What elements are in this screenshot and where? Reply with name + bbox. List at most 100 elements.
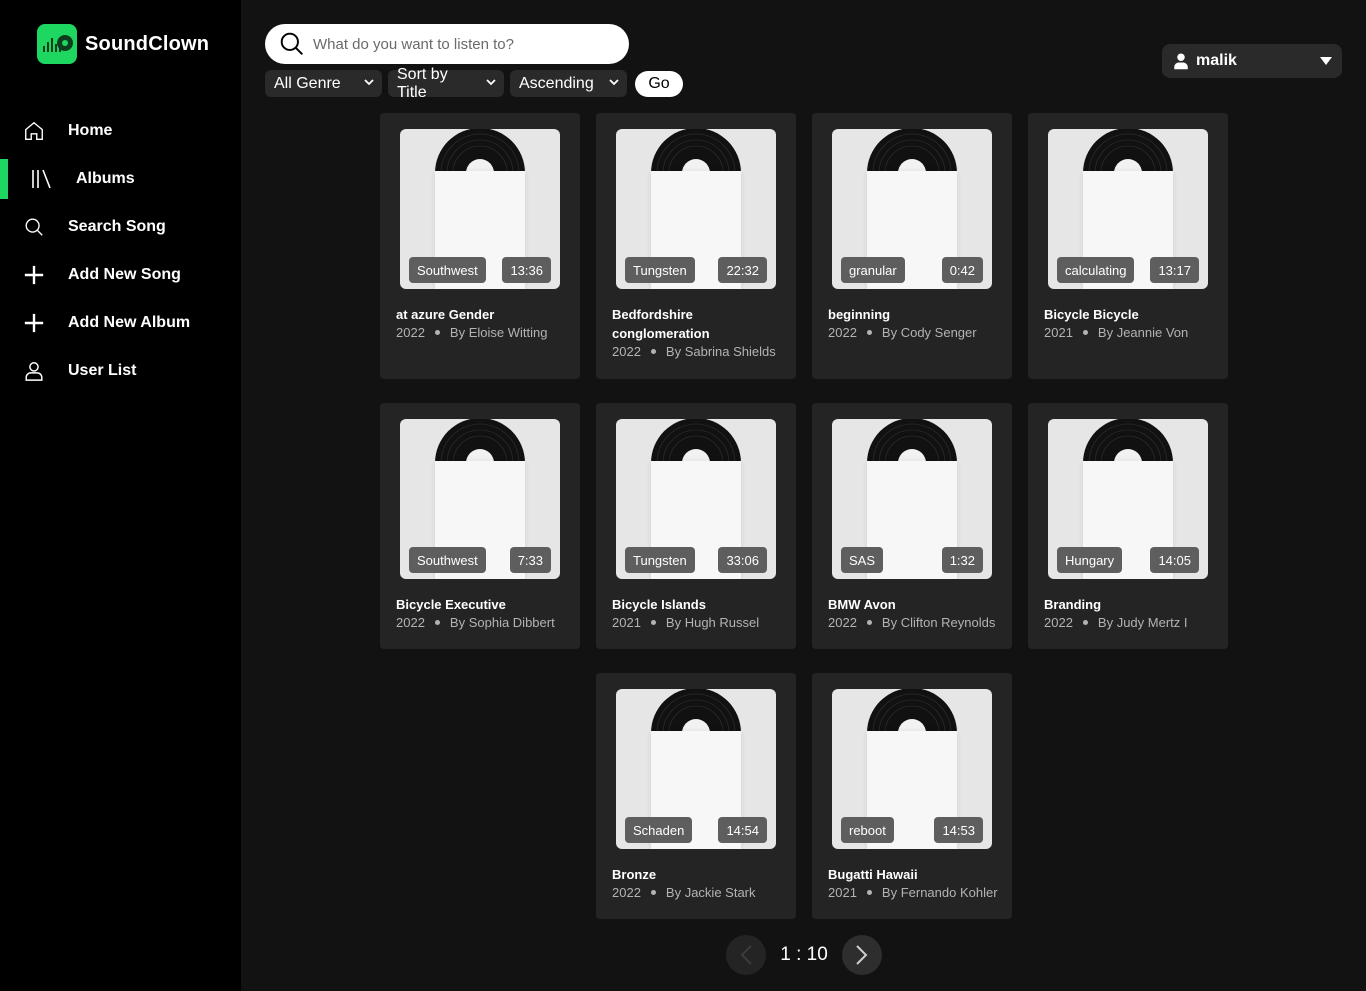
album-year: 2022: [396, 615, 425, 630]
album-artist: By Clifton Reynolds: [881, 615, 996, 630]
album-title: Bicycle Islands: [612, 597, 706, 612]
album-genre-badge: SAS: [841, 547, 884, 573]
album-card[interactable]: Southwest 13:36 at azure Gender 2022 By Eloi…: [380, 113, 580, 379]
album-cover: granular 0:42: [832, 129, 992, 289]
album-card[interactable]: Southwest 7:33 Bicycle Executive 2022 By Sop…: [380, 403, 580, 649]
album-meta: 2022 By Judy Mertz I: [1044, 615, 1188, 630]
album-card[interactable]: reboot 14:53 Bugatti Hawaii 2021 By Fernando…: [812, 673, 1012, 919]
album-meta: 2022 By Cody Senger: [828, 325, 977, 340]
search-bar: [265, 24, 629, 64]
album-meta: 2021 By Jeannie Von: [1044, 325, 1188, 340]
album-card[interactable]: Hungary 14:05 Branding 2022 By Judy Mertz I: [1028, 403, 1228, 649]
pagination: 1 : 10: [726, 935, 882, 975]
sidebar-nav: Home Albums Search Song Add New Song Add…: [0, 107, 241, 395]
album-genre-badge: Southwest: [409, 257, 486, 283]
album-card[interactable]: Tungsten 22:32 Bedfordshire conglomeration…: [596, 113, 796, 379]
sidebar-item-home[interactable]: Home: [0, 107, 241, 155]
user-icon: [1172, 52, 1190, 70]
album-year: 2022: [1044, 615, 1073, 630]
album-title: Bicycle Executive: [396, 597, 506, 612]
album-cover: Tungsten 33:06: [616, 419, 776, 579]
album-card[interactable]: granular 0:42 beginning 2022 By Cody Senger: [812, 113, 1012, 379]
album-artist: By Cody Senger: [881, 325, 977, 340]
genre-select-value: All Genre: [274, 74, 341, 92]
album-title: Branding: [1044, 597, 1102, 612]
album-genre-badge: Hungary: [1057, 547, 1123, 573]
go-button[interactable]: Go: [635, 70, 683, 97]
album-meta: 2022 By Jackie Stark: [612, 885, 756, 900]
library-icon: [30, 167, 54, 191]
sort-select[interactable]: Sort by Title: [388, 66, 504, 101]
album-cover: SAS 1:32: [832, 419, 992, 579]
separator-dot: [650, 620, 656, 625]
separator-dot: [866, 620, 872, 625]
separator-dot: [434, 330, 440, 335]
album-meta: 2021 By Hugh Russel: [612, 615, 759, 630]
chevron-down-icon: [486, 78, 496, 89]
album-artist: By Judy Mertz I: [1097, 615, 1188, 630]
chevron-down-icon: [609, 78, 619, 89]
next-page-button[interactable]: [842, 935, 882, 975]
genre-select[interactable]: All Genre: [265, 70, 382, 97]
album-genre-badge: reboot: [841, 817, 894, 843]
page-indicator: 1 : 10: [780, 944, 828, 965]
album-duration-badge: 14:05: [1150, 547, 1199, 573]
separator-dot: [866, 890, 872, 895]
album-meta: 2022 By Eloise Witting: [396, 325, 547, 340]
album-duration-badge: 13:17: [1150, 257, 1199, 283]
album-artist: By Eloise Witting: [449, 325, 548, 340]
album-artist: By Sophia Dibbert: [449, 615, 555, 630]
sidebar-item-label: Home: [68, 122, 113, 139]
order-select[interactable]: Ascending: [510, 70, 627, 97]
plus-icon: [22, 263, 46, 287]
album-card[interactable]: Tungsten 33:06 Bicycle Islands 2021 By Hugh …: [596, 403, 796, 649]
album-title: beginning: [828, 307, 891, 322]
sidebar: SoundClown Home Albums Search Song Add N…: [0, 0, 241, 991]
album-genre-badge: granular: [841, 257, 905, 283]
sidebar-item-add-new-album[interactable]: Add New Album: [0, 299, 241, 347]
sidebar-item-label: Add New Album: [68, 314, 191, 331]
search-input[interactable]: [313, 35, 603, 53]
album-cover: Tungsten 22:32: [616, 129, 776, 289]
prev-page-button[interactable]: [726, 935, 766, 975]
album-cover: Southwest 13:36: [400, 129, 560, 289]
album-genre-badge: calculating: [1057, 257, 1135, 283]
album-genre-badge: Tungsten: [625, 547, 695, 573]
album-card[interactable]: Schaden 14:54 Bronze 2022 By Jackie Stark: [596, 673, 796, 919]
app-name: SoundClown: [85, 32, 210, 55]
album-title: Bronze: [612, 867, 657, 882]
album-genre-badge: Schaden: [625, 817, 693, 843]
sidebar-item-albums[interactable]: Albums: [0, 155, 241, 203]
separator-dot: [1082, 330, 1088, 335]
sidebar-item-user-list[interactable]: User List: [0, 347, 241, 395]
album-card[interactable]: SAS 1:32 BMW Avon 2022 By Clifton Reynolds: [812, 403, 1012, 649]
album-year: 2021: [1044, 325, 1073, 340]
sidebar-item-add-new-song[interactable]: Add New Song: [0, 251, 241, 299]
album-title: Bicycle Bicycle: [1044, 307, 1139, 322]
album-artist: By Jeannie Von: [1097, 325, 1189, 340]
filter-bar: All Genre Sort by Title Ascending Go: [265, 66, 683, 101]
separator-dot: [1082, 620, 1088, 625]
order-select-value: Ascending: [519, 74, 594, 92]
album-meta: 2022 By Clifton Reynolds: [828, 615, 995, 630]
album-card[interactable]: calculating 13:17 Bicycle Bicycle 2021 By Je…: [1028, 113, 1228, 379]
album-year: 2021: [612, 615, 641, 630]
album-artist: By Fernando Kohler: [881, 885, 998, 900]
chevron-down-icon: [364, 78, 374, 89]
album-artist: By Jackie Stark: [665, 885, 756, 900]
separator-dot: [434, 620, 440, 625]
album-duration-badge: 13:36: [502, 257, 551, 283]
separator-dot: [650, 349, 656, 354]
album-duration-badge: 14:53: [934, 817, 983, 843]
sidebar-item-label: Add New Song: [68, 266, 181, 283]
logo-icon: [37, 24, 77, 64]
sidebar-item-search-song[interactable]: Search Song: [0, 203, 241, 251]
caret-down-icon: [1320, 57, 1332, 65]
user-menu-button[interactable]: malik: [1162, 44, 1342, 78]
album-title: BMW Avon: [828, 597, 896, 612]
album-year: 2022: [612, 885, 641, 900]
album-year: 2022: [612, 344, 641, 359]
sidebar-item-label: Albums: [76, 170, 135, 187]
app-logo[interactable]: SoundClown: [37, 24, 209, 64]
album-duration-badge: 14:54: [718, 817, 767, 843]
